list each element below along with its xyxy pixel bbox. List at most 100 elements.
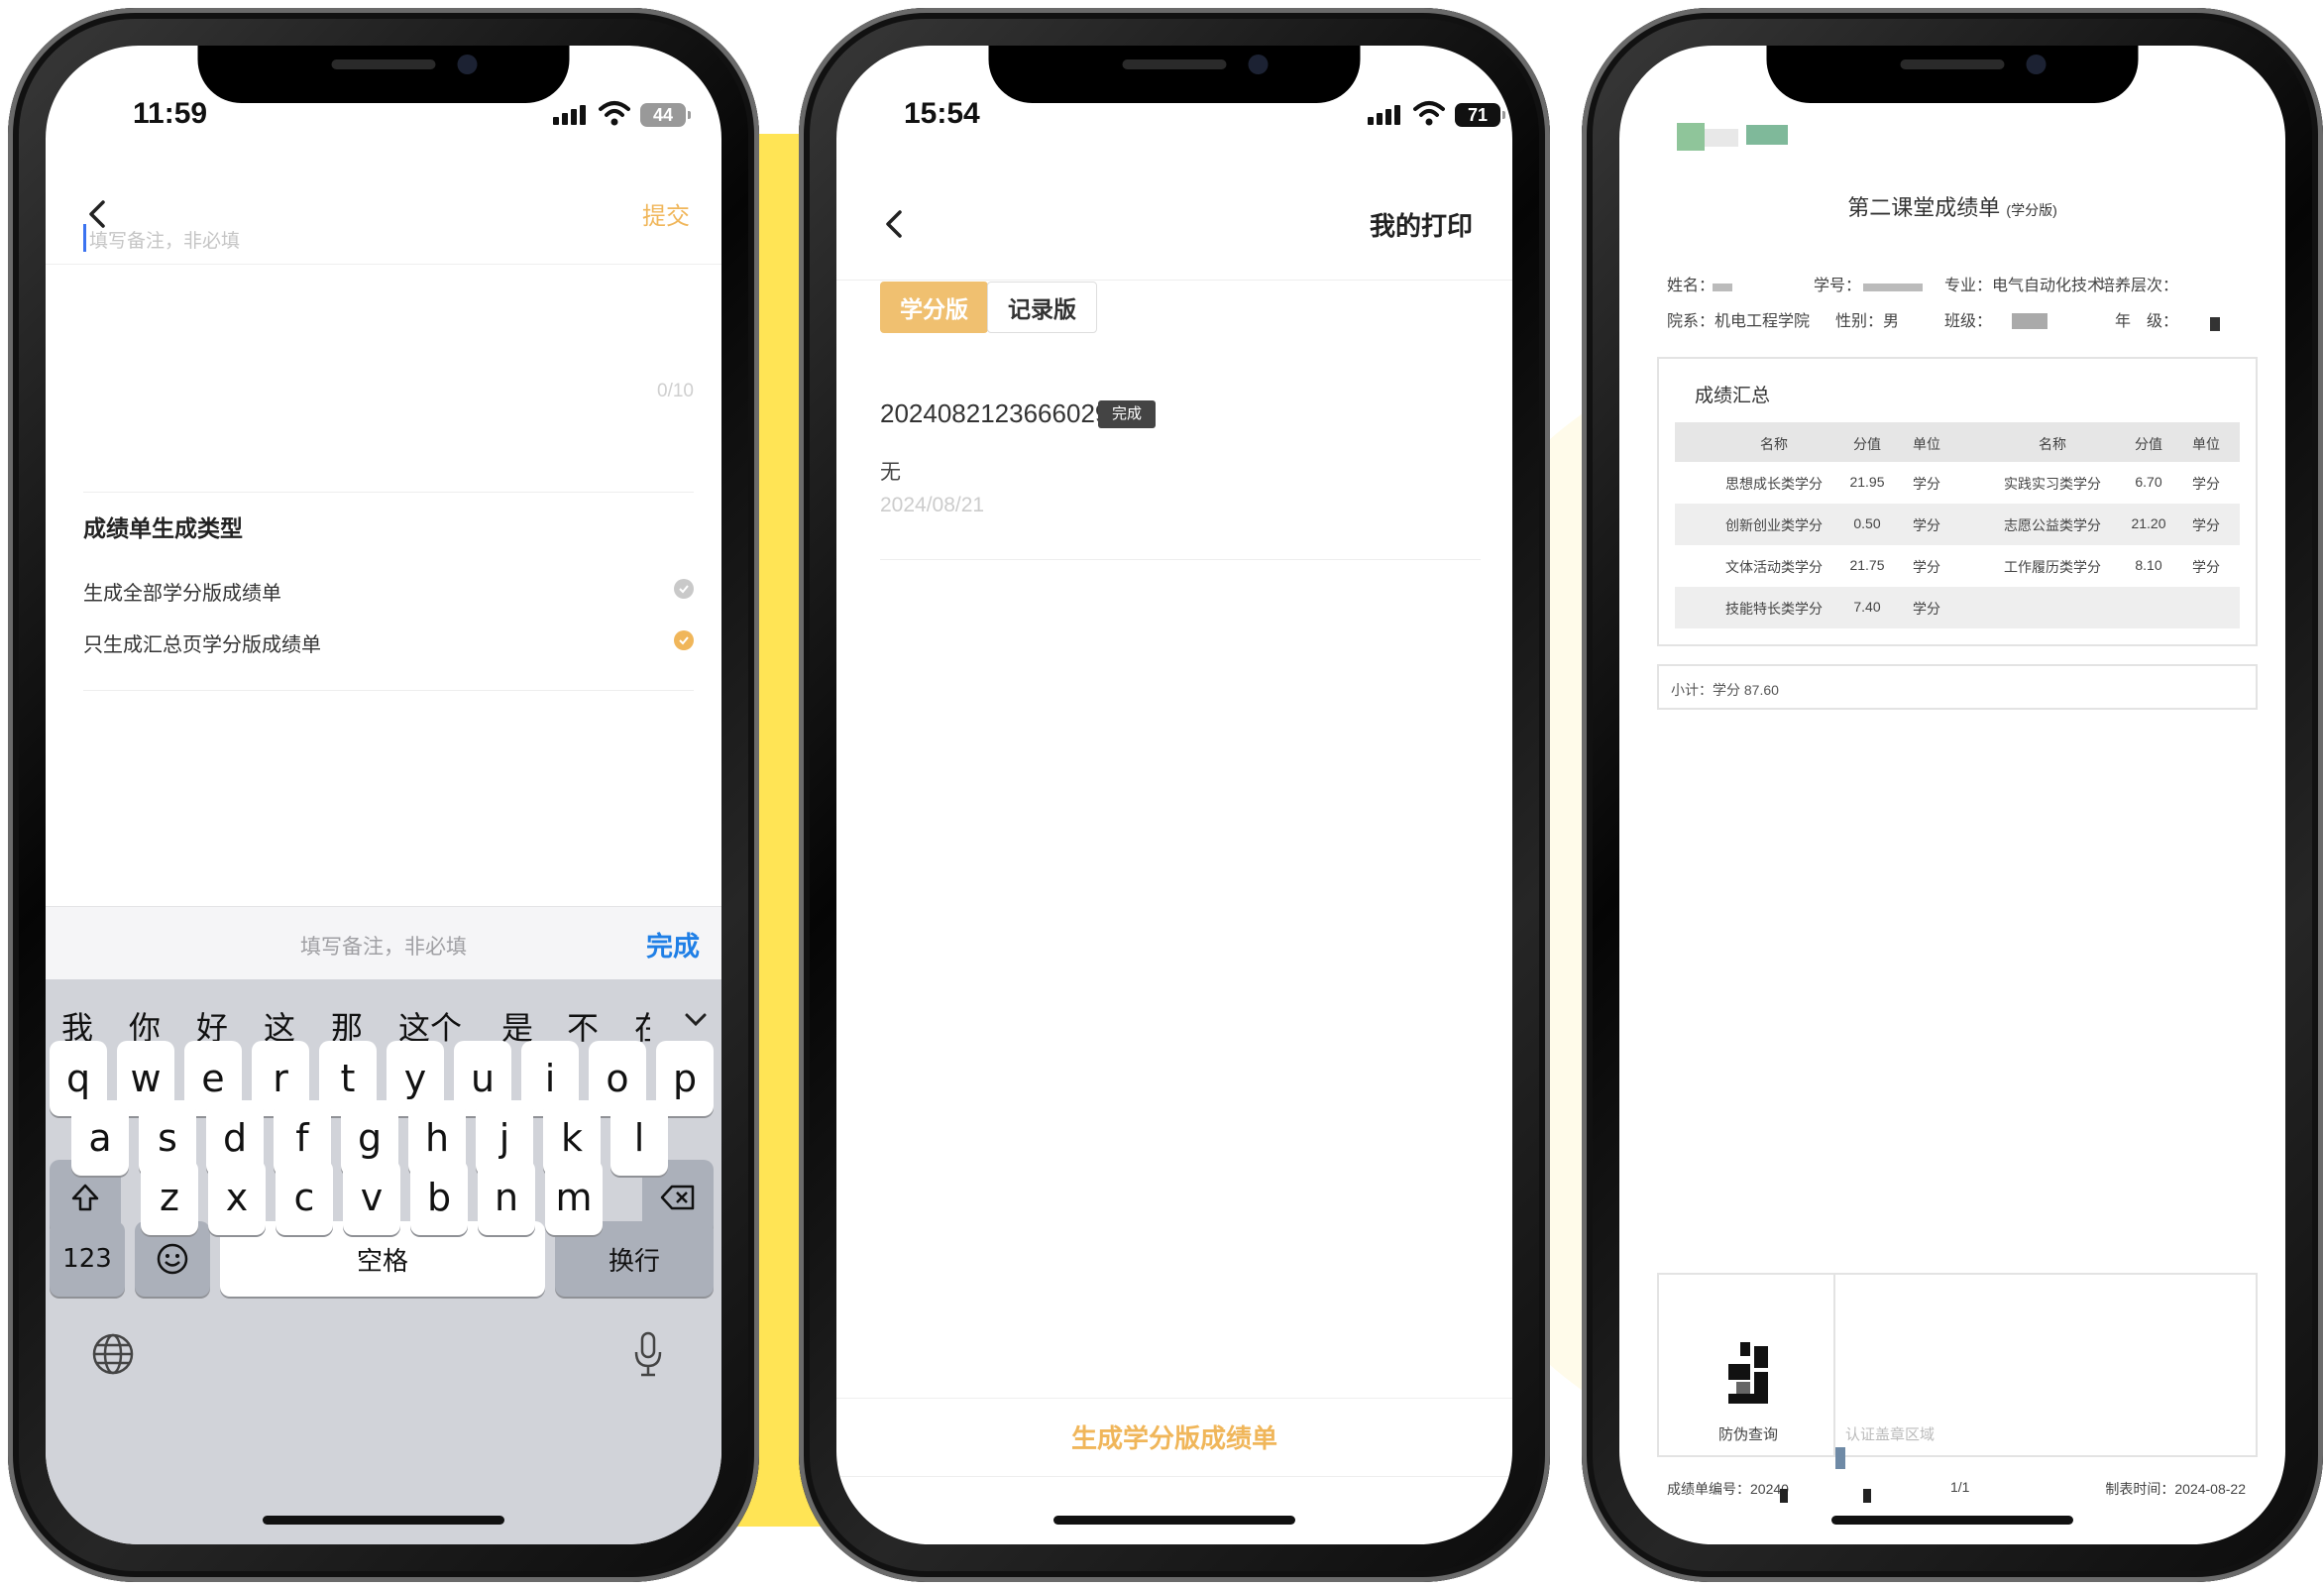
logo-mark xyxy=(1705,129,1738,147)
key-m[interactable]: m xyxy=(545,1160,603,1235)
info-name-label: 姓名： xyxy=(1667,278,1715,294)
numbers-key[interactable]: 123 xyxy=(50,1221,125,1297)
home-indicator xyxy=(1831,1516,2073,1525)
key-a[interactable]: a xyxy=(71,1100,129,1176)
logo-mark xyxy=(1746,125,1788,145)
generate-transcript-button[interactable]: 生成学分版成绩单 xyxy=(836,1398,1512,1477)
microphone-icon[interactable] xyxy=(632,1330,664,1378)
wifi-icon xyxy=(1413,101,1445,126)
summary-box: 成绩汇总 名称 分值 单位 名称 分值 单位 思想成长类学分 21.95 学分 xyxy=(1657,357,2258,646)
table-cell: 学分 xyxy=(1913,559,1940,575)
keyboard: 我 你 好 这 那 这个 是 不 在 123 xyxy=(46,979,721,1544)
divider xyxy=(880,559,1481,560)
table-cell: 7.40 xyxy=(1853,599,1881,615)
accessory-placeholder: 填写备注，非必填 xyxy=(300,936,467,959)
table-header: 单位 xyxy=(2192,436,2220,452)
info-dept: 院系：机电工程学院 xyxy=(1667,313,1811,330)
table-cell: 技能特长类学分 xyxy=(1725,601,1823,617)
anti-fake-label: 防伪查询 xyxy=(1718,1426,1779,1443)
delete-icon xyxy=(660,1185,695,1210)
made-time: 制表时间：2024-08-22 xyxy=(2105,1481,2246,1497)
phone-1-screen: 11:59 44 提交 填写备注，非必填 0/10 成绩单生成类型 生成全部学分… xyxy=(46,46,721,1544)
option-summary-only[interactable]: 只生成汇总页学分版成绩单 xyxy=(83,623,694,658)
record-note: 无 xyxy=(880,461,901,484)
table-cell: 8.10 xyxy=(2135,557,2162,573)
table-cell: 文体活动类学分 xyxy=(1725,559,1823,575)
char-counter: 0/10 xyxy=(657,381,694,401)
info-major-label: 专业：电气自动化技术 xyxy=(1944,278,2104,294)
table-row: 思想成长类学分 21.95 学分 实践实习类学分 6.70 学分 xyxy=(1675,462,2240,504)
globe-icon[interactable] xyxy=(91,1332,135,1376)
status-time: 15:54 xyxy=(904,97,980,130)
info-student-no-label: 学号： xyxy=(1814,278,1862,294)
section-title: 成绩单生成类型 xyxy=(83,515,243,541)
signal-icon xyxy=(1368,103,1403,125)
option-all-pages[interactable]: 生成全部学分版成绩单 xyxy=(83,571,694,607)
info-level-label: 培养层次： xyxy=(2099,278,2179,294)
table-header: 名称 xyxy=(2039,436,2066,452)
text-caret xyxy=(83,224,86,252)
redacted xyxy=(1780,1489,1788,1503)
note-placeholder: 填写备注，非必填 xyxy=(89,231,241,252)
table-row: 文体活动类学分 21.75 学分 工作履历类学分 8.10 学分 xyxy=(1675,545,2240,587)
emoji-icon xyxy=(157,1243,188,1275)
info-grade-label: 年 级： xyxy=(2115,313,2179,330)
chevron-down-icon[interactable] xyxy=(682,1005,710,1033)
home-indicator xyxy=(263,1516,504,1525)
table-row: 创新创业类学分 0.50 学分 志愿公益类学分 21.20 学分 xyxy=(1675,504,2240,545)
notch xyxy=(988,46,1361,103)
done-button[interactable]: 完成 xyxy=(646,925,700,964)
table-cell: 创新创业类学分 xyxy=(1725,517,1823,533)
seal-area-label: 认证盖章区域 xyxy=(1845,1426,1936,1443)
tab-record-version[interactable]: 记录版 xyxy=(987,282,1097,333)
key-z[interactable]: z xyxy=(141,1160,198,1235)
candidate-bar: 我 你 好 这 那 这个 是 不 在 xyxy=(46,987,721,1047)
home-indicator xyxy=(1053,1516,1295,1525)
notch xyxy=(197,46,570,103)
shift-icon xyxy=(71,1184,99,1211)
note-textarea[interactable]: 填写备注，非必填 0/10 xyxy=(83,224,694,432)
phone-2-screen: 15:54 71 我的打印 学分版 记录版 2024082123666029 完… xyxy=(836,46,1512,1544)
key-v[interactable]: v xyxy=(343,1160,400,1235)
table-header: 名称 xyxy=(1760,436,1788,452)
table-cell: 志愿公益类学分 xyxy=(2004,517,2101,533)
notch xyxy=(1766,46,2139,103)
battery-icon: 71 xyxy=(1455,103,1505,127)
table-cell: 学分 xyxy=(2192,517,2220,533)
tab-credit-version[interactable]: 学分版 xyxy=(880,282,988,333)
status-badge: 完成 xyxy=(1098,400,1157,428)
table-cell: 学分 xyxy=(1913,601,1940,617)
key-b[interactable]: b xyxy=(410,1160,468,1235)
record-date: 2024/08/21 xyxy=(880,494,985,516)
key-n[interactable]: n xyxy=(478,1160,535,1235)
redacted xyxy=(2210,317,2220,331)
table-cell: 工作履历类学分 xyxy=(2004,559,2101,575)
status-time: 11:59 xyxy=(133,97,208,130)
stage: 11:59 44 提交 填写备注，非必填 0/10 成绩单生成类型 生成全部学分… xyxy=(0,0,2324,1588)
info-class-label: 班级： xyxy=(1944,313,1993,330)
table-header-row: 名称 分值 单位 名称 分值 单位 xyxy=(1675,422,2240,462)
table-cell: 学分 xyxy=(2192,476,2220,492)
table-header: 分值 xyxy=(1853,436,1881,452)
key-c[interactable]: c xyxy=(276,1160,333,1235)
table-cell: 思想成长类学分 xyxy=(1725,476,1823,492)
redacted xyxy=(1713,284,1732,291)
divider xyxy=(836,280,1512,281)
table-cell: 0.50 xyxy=(1853,515,1881,531)
footer-box: 防伪查询 认证盖章区域 xyxy=(1657,1273,2258,1469)
key-l[interactable]: l xyxy=(610,1100,668,1176)
subtotal: 小计：学分 87.60 xyxy=(1657,664,2258,710)
check-icon xyxy=(674,630,694,650)
qr-code-icon[interactable] xyxy=(1728,1342,1768,1404)
table-cell: 学分 xyxy=(1913,476,1940,492)
page-title: 我的打印 xyxy=(1369,211,1473,241)
nav-bar: 我的打印 xyxy=(836,194,1512,254)
redacted xyxy=(1863,1489,1871,1503)
divider xyxy=(1833,1275,1835,1455)
table-cell: 学分 xyxy=(2192,559,2220,575)
record-id: 2024082123666029 xyxy=(880,398,1110,428)
key-x[interactable]: x xyxy=(208,1160,266,1235)
back-icon[interactable] xyxy=(878,206,914,242)
table-cell: 21.20 xyxy=(2131,515,2166,531)
signal-icon xyxy=(553,103,589,125)
